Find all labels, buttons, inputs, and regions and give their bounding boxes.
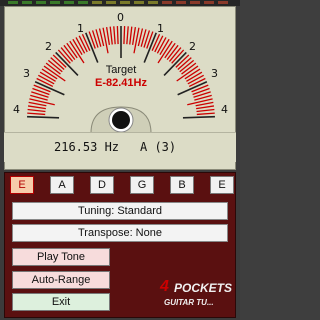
logo-tagline: GUITAR TU...: [164, 298, 214, 307]
target-note: E-82.41Hz: [95, 77, 147, 89]
meter-tick: [126, 26, 129, 45]
meter-tick: [131, 27, 137, 45]
led-segment: [162, 1, 172, 4]
meter-tick: [116, 26, 119, 45]
scale-right-4: 4: [221, 103, 228, 116]
scale-left-4: 4: [13, 103, 20, 116]
scale-left-1: 1: [77, 22, 84, 35]
tuner-app: 4 3 2 1 0 1 2 3 4 Target E-82.41Hz 216.5…: [0, 0, 240, 320]
detected-note: A (3): [140, 140, 177, 154]
meter-tick: [182, 115, 215, 119]
exit-button[interactable]: Exit: [12, 293, 110, 311]
meter-tick: [27, 115, 60, 119]
led-segment: [8, 1, 18, 4]
string-button-d[interactable]: D: [90, 176, 114, 194]
string-button-e-low[interactable]: E: [10, 176, 34, 194]
led-segment: [176, 1, 186, 4]
4pockets-logo: 4 POCKETS GUITAR TU...: [158, 278, 234, 314]
target-label: Target: [105, 64, 137, 76]
logo-number: 4: [160, 278, 169, 295]
meter-tick: [196, 108, 215, 113]
pivot-hub: [112, 111, 130, 129]
meter-tick: [27, 112, 46, 116]
led-segment: [64, 1, 74, 4]
meter-tick: [27, 108, 46, 113]
pitch-readout: 216.53 Hz A (3): [4, 132, 236, 162]
led-segment: [134, 1, 144, 4]
string-button-e-high[interactable]: E: [210, 176, 234, 194]
logo-word: POCKETS: [174, 281, 233, 295]
tuning-select[interactable]: Tuning: Standard: [12, 202, 228, 220]
led-segment: [22, 1, 32, 4]
led-segment: [204, 1, 214, 4]
scale-right-2: 2: [189, 40, 196, 53]
meter-tick: [113, 26, 116, 45]
led-segment: [218, 1, 228, 4]
play-tone-button[interactable]: Play Tone: [12, 248, 110, 266]
string-button-g[interactable]: G: [130, 176, 154, 194]
meter-tick: [195, 101, 214, 107]
auto-range-button[interactable]: Auto-Range: [12, 271, 110, 289]
string-button-b[interactable]: B: [170, 176, 194, 194]
led-segment: [78, 1, 88, 4]
string-button-a[interactable]: A: [50, 176, 74, 194]
meter-tick: [109, 26, 113, 45]
meter-tick: [196, 112, 215, 116]
meter-tick: [123, 26, 126, 45]
led-segment: [36, 1, 46, 4]
meter-tick: [151, 33, 161, 51]
detected-frequency: 216.53 Hz: [54, 140, 120, 154]
meter-tick: [129, 26, 133, 45]
led-segment: [148, 1, 158, 4]
meter-tick: [196, 105, 215, 110]
meter-tick: [28, 101, 47, 107]
led-segment: [106, 1, 116, 4]
led-segment: [120, 1, 130, 4]
led-segment: [190, 1, 200, 4]
transpose-select[interactable]: Transpose: None: [12, 224, 228, 242]
meter-tick: [105, 27, 111, 45]
scale-left-2: 2: [45, 40, 52, 53]
meter-tick: [81, 33, 91, 51]
led-segment: [92, 1, 102, 4]
scale-center-0: 0: [117, 11, 124, 24]
led-segment: [50, 1, 60, 4]
scale-right-1: 1: [157, 22, 164, 35]
meter-tick: [27, 105, 46, 110]
